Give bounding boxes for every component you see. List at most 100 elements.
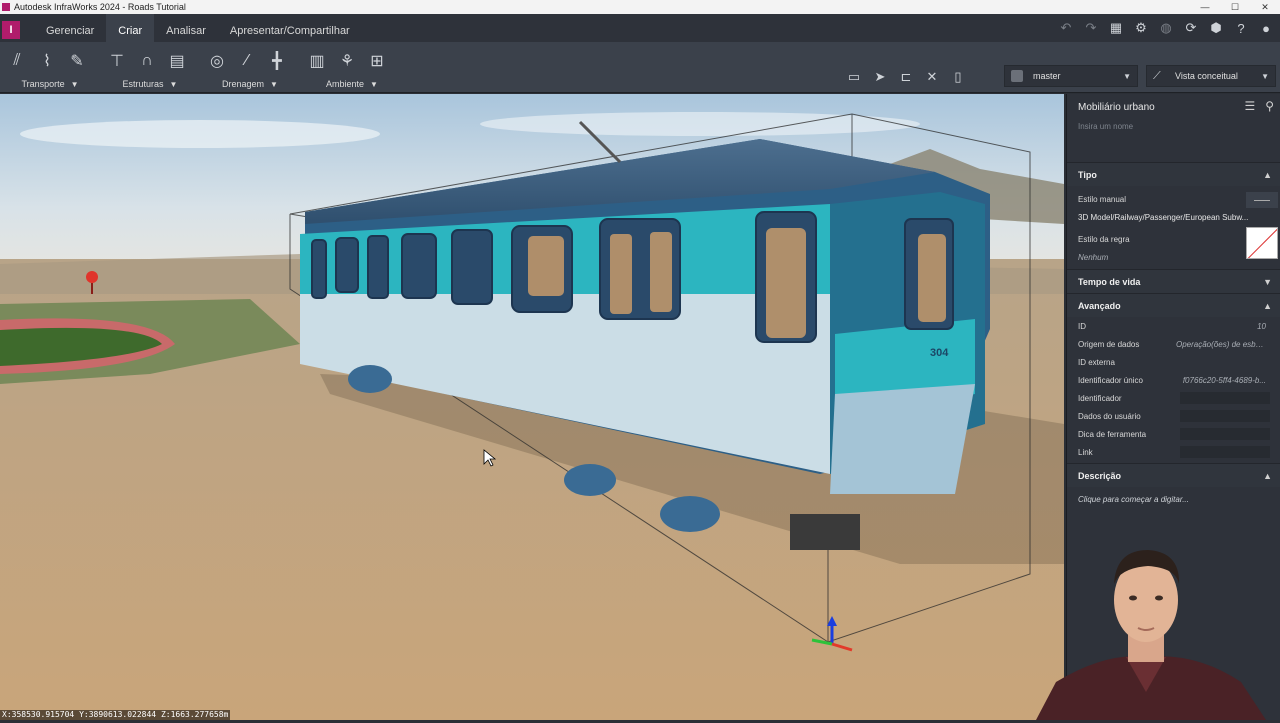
- section-avancado[interactable]: Avançado ▲: [1067, 293, 1280, 317]
- close-button[interactable]: ✕: [1250, 0, 1280, 14]
- maximize-button[interactable]: ☐: [1220, 0, 1250, 14]
- title-bar: Autodesk InfraWorks 2024 - Roads Tutoria…: [0, 0, 1280, 14]
- proposal-dropdown[interactable]: master ▼: [1004, 65, 1138, 87]
- user-icon[interactable]: ●: [1258, 20, 1274, 36]
- bridge-icon[interactable]: ⊤: [106, 50, 128, 72]
- group-transporte: ⫽ ⌇ ✎ Transporte ▼: [0, 42, 100, 93]
- gear-icon[interactable]: ⚙: [1133, 20, 1149, 36]
- chevron-up-icon: ▲: [1263, 169, 1272, 180]
- sync-icon[interactable]: ⟳: [1183, 20, 1199, 36]
- group-label-estruturas[interactable]: Estruturas ▼: [100, 79, 200, 89]
- chevron-down-icon: ▼: [1123, 71, 1131, 81]
- panel-title: Mobiliário urbano: [1078, 101, 1155, 113]
- tab-analisar[interactable]: Analisar: [154, 14, 218, 42]
- name-field[interactable]: Insira um nome: [1067, 120, 1280, 134]
- id-row: ID 10: [1078, 321, 1266, 331]
- pin-icon[interactable]: ✎: [66, 50, 88, 72]
- grid-icon[interactable]: ▦: [1108, 20, 1124, 36]
- style-preview-icon[interactable]: [1246, 192, 1278, 208]
- dados-usuario-input[interactable]: [1180, 410, 1270, 422]
- chevron-down-icon: ▼: [169, 80, 178, 89]
- select-icon[interactable]: ➤: [871, 68, 889, 86]
- tree-icon[interactable]: ⚘: [336, 50, 358, 72]
- identificador-unico-row: Identificador único f0766c20-5ff4-4689-b…: [1078, 375, 1266, 385]
- app-icon: [2, 3, 10, 11]
- menu-icon[interactable]: ☰: [1244, 99, 1255, 113]
- pin-panel-icon[interactable]: ⚲: [1265, 99, 1274, 113]
- id-externa-row: ID externa: [1078, 357, 1115, 367]
- estilo-manual-label: Estilo manual: [1078, 194, 1127, 204]
- estilo-regra-value-row[interactable]: Nenhum: [1067, 248, 1280, 266]
- group-label-drenagem[interactable]: Drenagem ▼: [200, 79, 300, 89]
- ribbon-tabs: I Gerenciar Criar Analisar Apresentar/Co…: [0, 14, 1280, 42]
- model-icon[interactable]: ⬢: [1208, 20, 1224, 36]
- proposal-value: master: [1033, 71, 1061, 81]
- webcam-overlay: [1016, 532, 1280, 720]
- help-icon[interactable]: ?: [1233, 20, 1249, 36]
- monitor-icon[interactable]: ▭: [845, 68, 863, 86]
- identificador-unico-value: f0766c20-5ff4-4689-b...: [1182, 375, 1266, 385]
- identificador-row: Identificador: [1067, 389, 1280, 407]
- marker-pin[interactable]: [86, 271, 98, 283]
- undo-icon[interactable]: ↶: [1058, 20, 1074, 36]
- origem-value: Operação(ões) de esbo...: [1176, 339, 1266, 349]
- 3d-viewport[interactable]: 304 X:358530.915704 Y:3890613.022844 Z:1…: [0, 94, 1064, 720]
- cross-icon[interactable]: ✕: [923, 68, 941, 86]
- window-controls: — ☐ ✕: [1190, 0, 1280, 14]
- dica-ferramenta-input[interactable]: [1180, 428, 1270, 440]
- tab-apresentar[interactable]: Apresentar/Compartilhar: [218, 14, 362, 42]
- tab-criar[interactable]: Criar: [106, 14, 155, 42]
- dados-usuario-row: Dados do usuário: [1067, 407, 1280, 425]
- group-label-ambiente[interactable]: Ambiente ▼: [300, 79, 404, 89]
- coordinate-readout: X:358530.915704 Y:3890613.022844 Z:1663.…: [0, 710, 231, 720]
- descricao-input[interactable]: Clique para começar a digitar...: [1067, 487, 1280, 512]
- panel-icon[interactable]: ▯: [949, 68, 967, 86]
- style-icon: ⟋: [1153, 70, 1161, 82]
- train-number: 304: [930, 347, 949, 359]
- traffic-light-icon[interactable]: ▥: [306, 50, 328, 72]
- view-tools: ▭ ➤ ⊏ ✕ ▯: [845, 68, 967, 86]
- group-estruturas: ⊤ ∩ ▤ Estruturas ▼: [100, 42, 200, 93]
- road-icon[interactable]: ⫽: [6, 50, 28, 72]
- section-tipo[interactable]: Tipo ▲: [1067, 162, 1280, 186]
- link-row: Link: [1067, 443, 1280, 461]
- identificador-input[interactable]: [1180, 392, 1270, 404]
- group-drenagem: ◎ ⁄ ╋ Drenagem ▼: [200, 42, 300, 93]
- inlet-icon[interactable]: ╋: [266, 50, 288, 72]
- chevron-up-icon: ▲: [1263, 470, 1272, 481]
- window-title: Autodesk InfraWorks 2024 - Roads Tutoria…: [14, 2, 186, 12]
- redo-icon[interactable]: ↷: [1083, 20, 1099, 36]
- estilo-manual-row: Estilo manual: [1067, 190, 1280, 208]
- estilo-regra-label: Estilo da regra: [1078, 234, 1130, 244]
- ribbon-panel: ⫽ ⌇ ✎ Transporte ▼ ⊤ ∩ ▤ Estruturas ▼ ◎ ⁄ …: [0, 42, 1280, 93]
- section-tempo-de-vida[interactable]: Tempo de vida ▼: [1067, 269, 1280, 293]
- tab-gerenciar[interactable]: Gerenciar: [34, 14, 106, 42]
- globe-icon[interactable]: ◍: [1158, 20, 1174, 36]
- curve-road-icon[interactable]: ⌇: [36, 50, 58, 72]
- estilo-manual-value: 3D Model/Railway/Passenger/European Subw…: [1078, 212, 1249, 222]
- tunnel-icon[interactable]: ∩: [136, 50, 158, 72]
- group-label-transporte[interactable]: Transporte ▼: [0, 79, 100, 89]
- furniture-icon[interactable]: ⊞: [366, 50, 388, 72]
- chevron-down-icon: ▼: [270, 80, 278, 89]
- section-descricao[interactable]: Descrição ▲: [1067, 463, 1280, 487]
- view-style-dropdown[interactable]: ⟋ Vista conceitual ▼: [1146, 65, 1276, 87]
- minimize-button[interactable]: —: [1190, 0, 1220, 14]
- scene: 304: [0, 94, 1064, 720]
- group-ambiente: ▥ ⚘ ⊞ Ambiente ▼: [300, 42, 404, 93]
- building-icon[interactable]: ▤: [166, 50, 188, 72]
- estilo-regra-row: Estilo da regra: [1067, 227, 1280, 259]
- quick-access: ↶ ↷ ▦ ⚙ ◍ ⟳ ⬢ ? ●: [1058, 14, 1274, 42]
- chevron-down-icon: ▼: [370, 80, 378, 89]
- culvert-icon[interactable]: ◎: [206, 50, 228, 72]
- pipe-icon[interactable]: ⁄: [236, 50, 258, 72]
- chevron-down-icon: ▼: [1263, 276, 1272, 287]
- estilo-manual-value-row[interactable]: 3D Model/Railway/Passenger/European Subw…: [1067, 208, 1280, 226]
- app-logo[interactable]: I: [2, 21, 20, 39]
- measure-icon[interactable]: ⊏: [897, 68, 915, 86]
- proposal-icon: [1011, 70, 1023, 82]
- chevron-down-icon: ▼: [70, 80, 79, 89]
- link-input[interactable]: [1180, 446, 1270, 458]
- estilo-regra-value: Nenhum: [1078, 252, 1109, 262]
- id-value: 10: [1257, 321, 1266, 331]
